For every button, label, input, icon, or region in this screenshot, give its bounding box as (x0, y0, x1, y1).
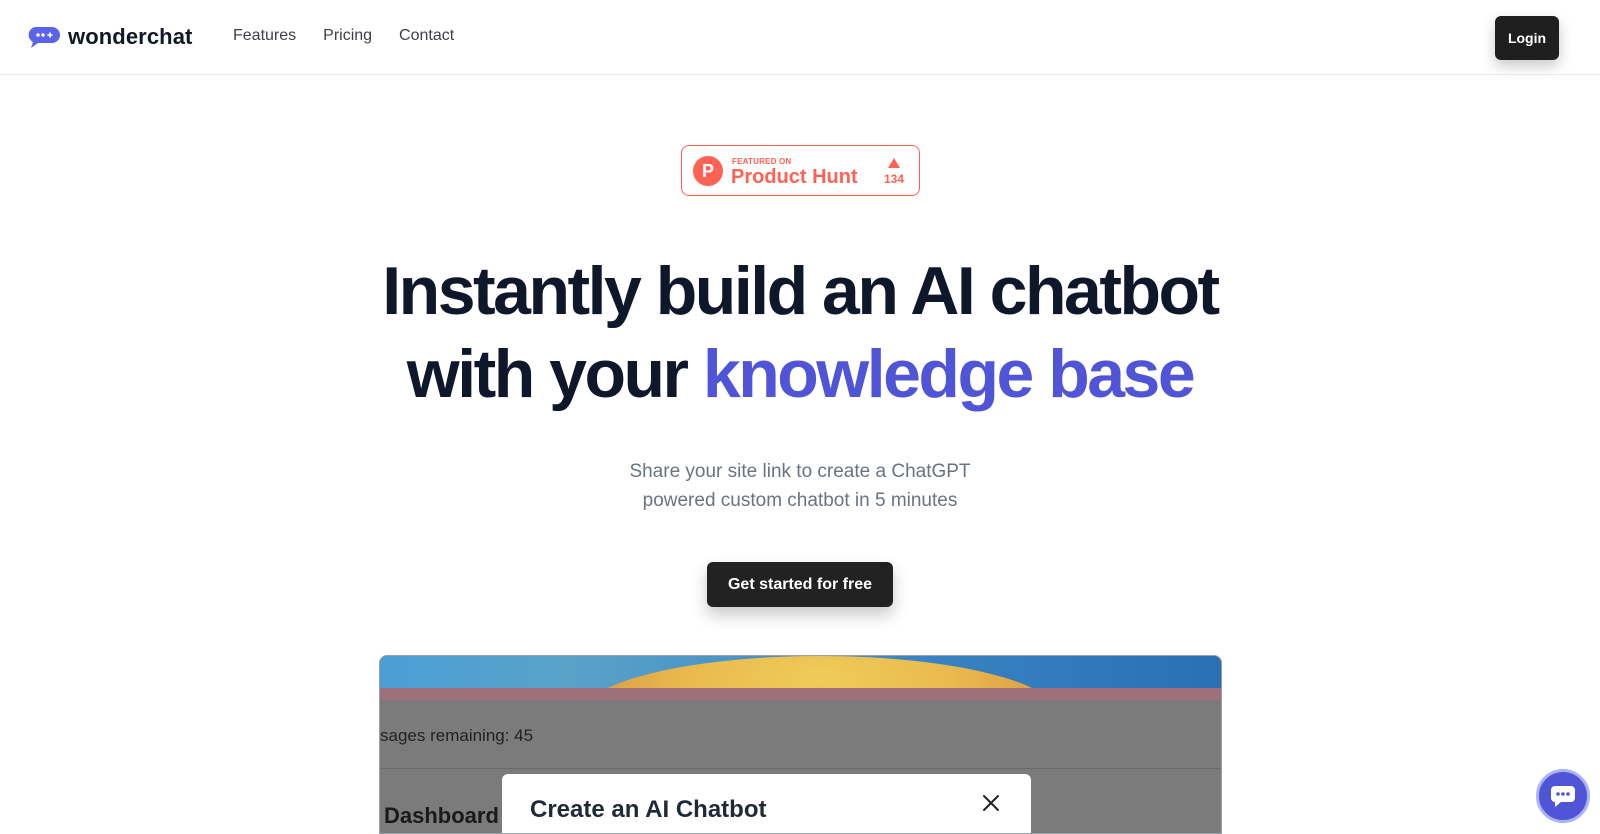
dashboard-heading: Dashboard (384, 803, 499, 828)
site-header: wonderchat Features Pricing Contact Logi… (0, 0, 1600, 75)
hero-subtitle-line1: Share your site link to create a ChatGPT (629, 461, 971, 482)
brand-logo-link[interactable]: wonderchat (26, 24, 192, 50)
create-chatbot-modal: Create an AI Chatbot (502, 774, 1031, 833)
app-preview-screenshot: sages remaining: 45 Dashboard Create an … (379, 655, 1222, 834)
preview-banner-artwork (580, 656, 1060, 688)
preview-divider (380, 768, 1221, 769)
get-started-button[interactable]: Get started for free (707, 562, 893, 607)
product-hunt-logo-icon: P (693, 156, 723, 186)
nav-link-features[interactable]: Features (233, 27, 296, 45)
chat-bubble-icon (26, 25, 60, 49)
chat-bubble-icon (1551, 786, 1575, 807)
product-hunt-name: Product Hunt (731, 166, 858, 188)
hero-title: Instantly build an AI chatbot with your … (0, 250, 1600, 416)
messages-remaining-text: sages remaining: 45 (380, 726, 534, 745)
main-nav: Features Pricing Contact (233, 27, 454, 45)
product-hunt-badge[interactable]: P FEATURED ON Product Hunt 134 (681, 145, 920, 196)
close-icon[interactable] (980, 792, 1002, 814)
product-hunt-featured-label: FEATURED ON (732, 157, 792, 166)
hero-title-line2-prefix: with your (406, 336, 703, 412)
brand-name: wonderchat (68, 24, 193, 49)
nav-link-pricing[interactable]: Pricing (323, 27, 372, 45)
nav-link-contact[interactable]: Contact (399, 27, 454, 45)
preview-strip (380, 688, 1221, 700)
hero-subtitle-line2: powered custom chatbot in 5 minutes (642, 490, 958, 511)
modal-title: Create an AI Chatbot (530, 796, 767, 823)
hero-title-accent: knowledge base (702, 336, 1196, 412)
chat-widget-button[interactable] (1536, 769, 1590, 823)
hero-subtitle: Share your site link to create a ChatGPT… (600, 457, 1000, 515)
upvote-count: 134 (883, 172, 905, 186)
preview-banner (380, 656, 1221, 688)
hero-title-line1: Instantly build an AI chatbot (382, 253, 1220, 329)
login-button[interactable]: Login (1495, 16, 1559, 60)
upvote-arrow-icon (888, 158, 900, 168)
